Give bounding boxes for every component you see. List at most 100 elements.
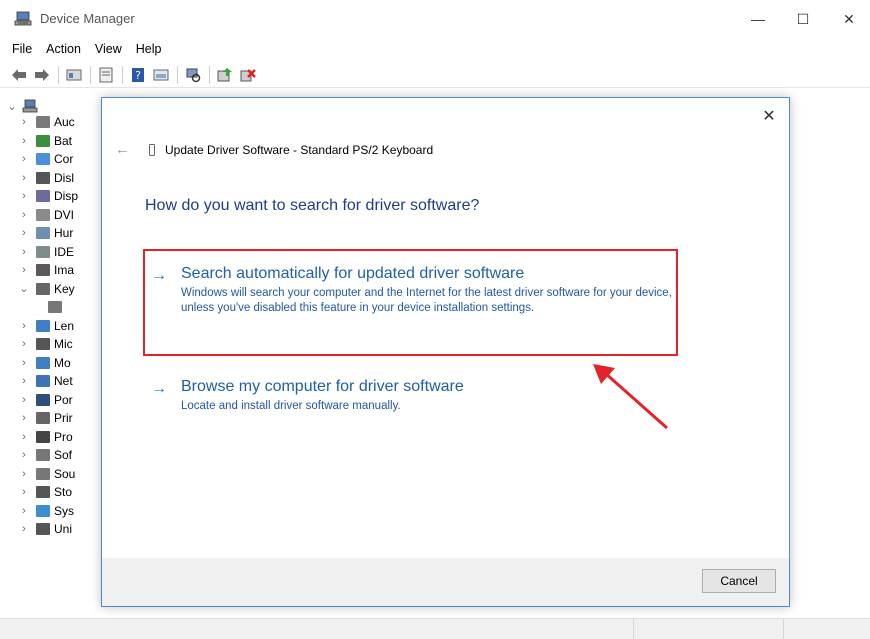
tree-item-label: Cor [54, 152, 74, 166]
help-icon[interactable]: ? [129, 66, 147, 84]
back-icon[interactable] [10, 66, 28, 84]
status-segment [783, 619, 784, 639]
tree-item[interactable]: › Hur [0, 225, 102, 241]
tree-item-label: Prir [54, 411, 73, 425]
tree-item[interactable]: › Disp [0, 188, 102, 204]
chevron-right-icon[interactable]: › [18, 116, 30, 128]
menu-view[interactable]: View [95, 42, 122, 56]
tree-item[interactable]: › Sou [0, 466, 102, 482]
chevron-right-icon[interactable]: › [18, 209, 30, 221]
dialog-footer: Cancel [102, 558, 789, 606]
tree-item-label: Pro [54, 429, 73, 444]
chevron-right-icon[interactable]: › [18, 412, 30, 424]
menu-bar: File Action View Help [0, 38, 870, 60]
tree-item[interactable]: › Por [0, 392, 102, 408]
chevron-right-icon[interactable]: › [18, 172, 30, 184]
menu-file[interactable]: File [12, 42, 32, 56]
tree-item[interactable]: › Bat [0, 133, 102, 149]
arrow-right-icon: → [151, 380, 167, 397]
chevron-right-icon[interactable]: › [18, 449, 30, 461]
toolbar-separator [90, 65, 91, 84]
properties-icon[interactable] [65, 66, 83, 84]
close-button[interactable]: ✕ [826, 4, 870, 34]
dialog-close-button[interactable]: ✕ [759, 106, 779, 126]
tree-item[interactable]: › Disl [0, 170, 102, 186]
device-category-icon [36, 449, 50, 461]
maximize-button[interactable]: ☐ [780, 4, 826, 34]
tree-root[interactable]: ⌄ [0, 98, 102, 114]
chevron-down-icon[interactable]: ⌄ [6, 100, 18, 113]
tree-item-label: Sou [54, 466, 76, 481]
tree-item[interactable]: › Auc [0, 114, 102, 130]
uninstall-icon[interactable] [239, 66, 257, 84]
toolbar-separator [209, 65, 210, 84]
tree-item-label: Sof [54, 448, 73, 462]
chevron-right-icon[interactable]: › [18, 227, 30, 239]
chevron-right-icon[interactable]: › [18, 523, 30, 535]
device-category-icon [36, 430, 50, 443]
device-category-icon [36, 319, 50, 332]
tree-item[interactable] [0, 299, 102, 315]
view-icon[interactable] [152, 66, 170, 84]
tree-item[interactable]: › Sto [0, 484, 102, 500]
chevron-right-icon[interactable]: › [18, 338, 30, 350]
tree-item[interactable]: › DVI [0, 207, 102, 223]
forward-icon[interactable] [33, 66, 51, 84]
device-category-icon [36, 245, 50, 258]
back-arrow-icon[interactable]: ← [115, 141, 130, 158]
tree-item[interactable]: › Net [0, 373, 102, 389]
tree-item[interactable]: ⌄ Key [0, 281, 102, 297]
scan-icon[interactable] [184, 66, 202, 84]
cancel-button[interactable]: Cancel [702, 569, 776, 593]
tree-item-label: Disl [54, 170, 74, 185]
chevron-right-icon[interactable]: › [18, 505, 30, 517]
tree-item-label: Auc [54, 115, 75, 129]
menu-help[interactable]: Help [136, 42, 162, 56]
device-tree: ⌄ › Auc › Bat › Cor › Disl › Disp › DVI › Hur › IDE › Ima… [0, 94, 102, 614]
device-category-icon [36, 375, 50, 387]
tree-item[interactable]: › Ima [0, 262, 102, 278]
chevron-right-icon[interactable]: › [18, 375, 30, 387]
svg-text:?: ? [135, 69, 141, 82]
chevron-right-icon[interactable]: › [18, 486, 30, 498]
chevron-right-icon[interactable]: › [18, 153, 30, 165]
tree-item[interactable]: › IDE [0, 244, 102, 260]
tree-item[interactable]: › Mo [0, 355, 102, 371]
chevron-right-icon[interactable]: › [18, 135, 30, 147]
menu-action[interactable]: Action [46, 42, 81, 56]
tree-item[interactable]: › Prir [0, 410, 102, 426]
tree-item[interactable]: › Cor [0, 151, 102, 167]
tree-item[interactable]: › Sof [0, 447, 102, 463]
tree-item-label: Uni [54, 522, 73, 536]
toolbar: ? [0, 62, 870, 88]
tree-item-label: Net [54, 374, 73, 388]
chevron-right-icon[interactable]: › [18, 320, 30, 332]
tree-item-label: Bat [54, 133, 73, 148]
tree-item[interactable]: › Uni [0, 521, 102, 537]
tree-item-label: Hur [54, 226, 74, 240]
device-category-icon [36, 116, 50, 128]
tree-item[interactable]: › Len [0, 318, 102, 334]
chevron-right-icon[interactable]: › [18, 264, 30, 276]
chevron-right-icon[interactable]: › [18, 394, 30, 406]
tree-item[interactable]: › Mic [0, 336, 102, 352]
device-category-icon [36, 208, 50, 221]
tree-item-label: DVI [54, 207, 75, 222]
update-driver-icon[interactable] [216, 66, 234, 84]
minimize-button[interactable]: — [735, 4, 781, 34]
device-category-icon [36, 504, 50, 517]
chevron-right-icon[interactable]: › [18, 357, 30, 369]
chevron-right-icon[interactable]: › [18, 246, 30, 258]
keyboard-device-icon [149, 144, 155, 156]
tree-item[interactable]: › Sys [0, 503, 102, 519]
tree-item[interactable]: › Pro [0, 429, 102, 445]
tree-item-label: Sys [54, 503, 75, 518]
option-title[interactable]: Browse my computer for driver software [181, 378, 464, 396]
chevron-right-icon[interactable]: › [18, 431, 30, 443]
show-hidden-icon[interactable] [97, 66, 115, 84]
chevron-right-icon[interactable]: › [18, 468, 30, 480]
computer-icon [22, 99, 38, 113]
chevron-down-icon[interactable]: ⌄ [18, 282, 30, 295]
toolbar-separator [177, 65, 178, 84]
chevron-right-icon[interactable]: › [18, 190, 30, 202]
